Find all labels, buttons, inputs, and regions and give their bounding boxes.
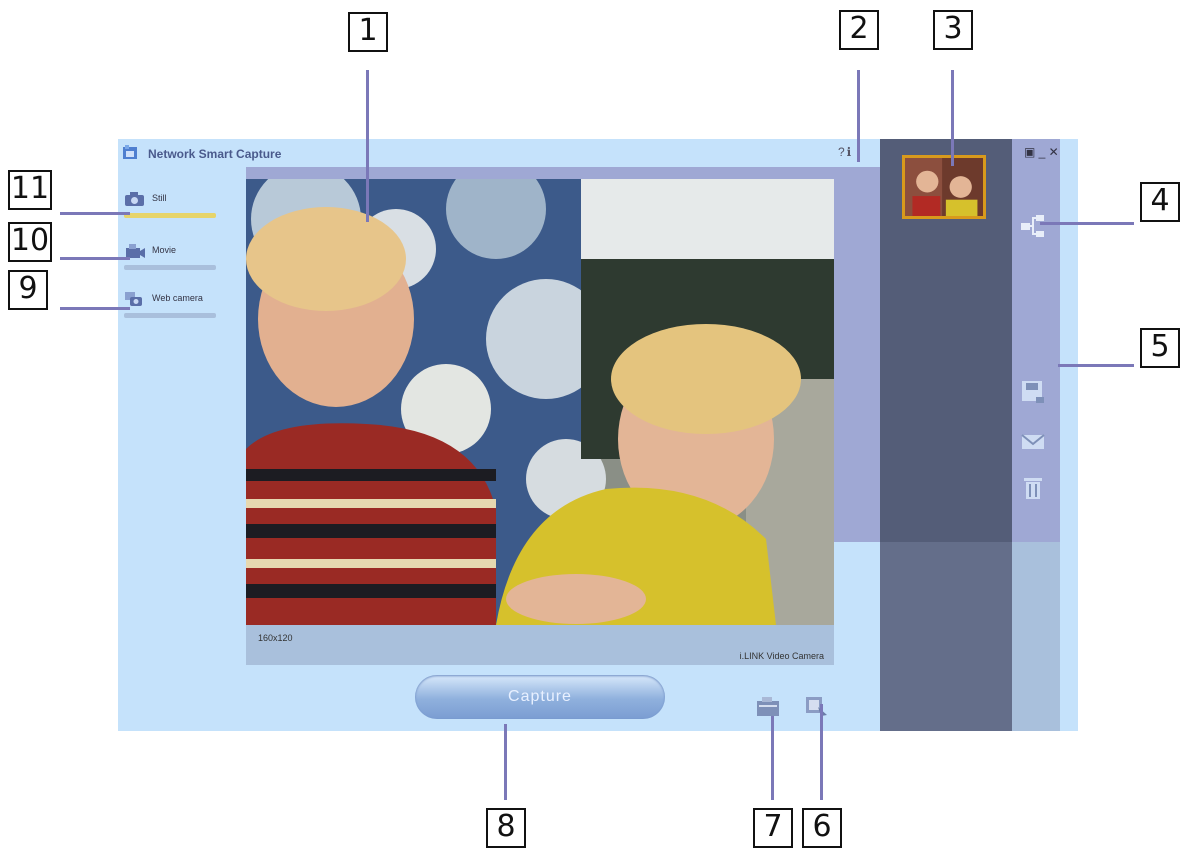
preview-status-bar: 160x120 i.LINK Video Camera	[246, 625, 834, 665]
mode-label: Still	[152, 193, 167, 203]
callout-10: 10	[8, 222, 52, 262]
captured-thumbnail[interactable]	[902, 155, 986, 219]
callout-leader	[857, 70, 860, 162]
mode-label: Movie	[152, 245, 177, 255]
thumbnail-panel-lower	[880, 542, 1012, 731]
callout-leader	[504, 724, 507, 800]
mode-indicator	[124, 265, 216, 270]
callout-6: 6	[802, 808, 842, 848]
mail-icon[interactable]	[1020, 429, 1046, 455]
camera-icon	[125, 192, 144, 206]
capture-button[interactable]: Capture	[415, 675, 665, 719]
capture-mode-panel: Still Movie Web camera	[118, 167, 246, 542]
callout-leader	[60, 307, 130, 310]
web-camera-icon	[125, 292, 142, 306]
callout-leader	[60, 257, 130, 260]
settings-icon[interactable]	[804, 695, 828, 717]
callout-3: 3	[933, 10, 973, 50]
callout-leader	[60, 212, 130, 215]
preview-image	[246, 179, 834, 625]
callout-leader	[820, 704, 823, 800]
callout-11: 11	[8, 170, 52, 210]
trash-icon[interactable]	[1020, 475, 1046, 501]
callout-5: 5	[1140, 328, 1180, 368]
mode-indicator	[124, 313, 216, 318]
network-share-icon[interactable]	[1020, 213, 1046, 239]
app-logo-icon	[123, 145, 137, 159]
action-toolbar-lower	[1012, 542, 1060, 731]
callout-leader	[951, 70, 954, 166]
help-icon[interactable]: ?ℹ	[838, 145, 853, 159]
mode-still[interactable]: Still	[122, 189, 218, 223]
mode-selected-indicator	[124, 213, 216, 218]
window-title: Network Smart Capture	[148, 147, 282, 161]
window-controls[interactable]: ▣ _ ✕	[1024, 145, 1059, 159]
resolution-label: 160x120	[258, 633, 293, 643]
callout-2: 2	[839, 10, 879, 50]
callout-8: 8	[486, 808, 526, 848]
callout-leader	[1040, 222, 1134, 225]
mode-label: Web camera	[152, 293, 203, 303]
callout-leader	[1058, 364, 1134, 367]
network-smart-capture-window: Network Smart Capture ?ℹ Still Movie Web…	[118, 139, 1078, 731]
camera-name-label: i.LINK Video Camera	[739, 651, 824, 661]
save-icon[interactable]	[1020, 379, 1046, 405]
title-bar: Network Smart Capture ?ℹ	[118, 139, 880, 167]
callout-7: 7	[753, 808, 793, 848]
folder-icon[interactable]	[756, 695, 780, 717]
mode-movie[interactable]: Movie	[122, 241, 218, 275]
mode-web-camera[interactable]: Web camera	[122, 289, 218, 323]
callout-9: 9	[8, 270, 48, 310]
callout-4: 4	[1140, 182, 1180, 222]
callout-leader	[366, 70, 369, 222]
callout-1: 1	[348, 12, 388, 52]
callout-leader	[771, 716, 774, 800]
window-edge	[1060, 139, 1078, 731]
live-preview: 160x120 i.LINK Video Camera	[246, 179, 834, 665]
